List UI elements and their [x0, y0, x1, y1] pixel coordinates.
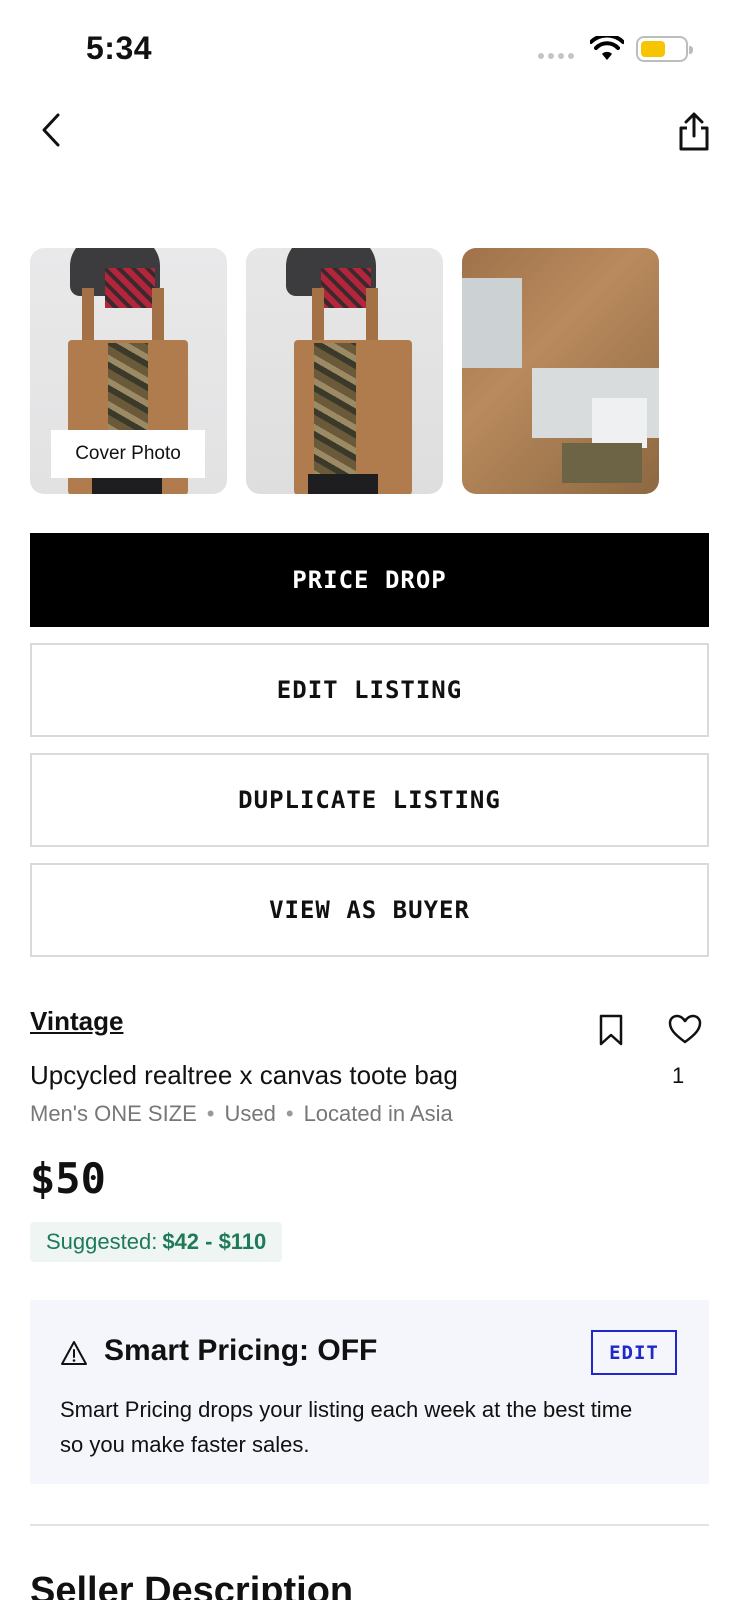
cover-photo-label: Cover Photo: [51, 430, 205, 478]
top-nav: [0, 100, 739, 180]
designer-link[interactable]: Vintage: [30, 1006, 123, 1037]
view-as-buyer-button[interactable]: VIEW AS BUYER: [30, 863, 709, 957]
smart-pricing-card: Smart Pricing: OFF EDIT Smart Pricing dr…: [30, 1300, 709, 1484]
status-bar: 5:34: [0, 0, 739, 100]
warning-icon: [61, 1341, 87, 1365]
separator-dot: •: [206, 1101, 215, 1126]
separator-dot: •: [285, 1101, 294, 1126]
product-photo-cover[interactable]: Cover Photo: [30, 248, 227, 494]
listing-title: Upcycled realtree x canvas toote bag: [30, 1060, 458, 1090]
price-drop-button[interactable]: PRICE DROP: [30, 533, 709, 627]
listing-size: Men's ONE SIZE: [30, 1101, 197, 1126]
listing-location: Located in Asia: [303, 1101, 453, 1126]
suggested-label: Suggested:: [46, 1229, 158, 1254]
duplicate-listing-button[interactable]: DUPLICATE LISTING: [30, 753, 709, 847]
smart-pricing-title: Smart Pricing: OFF: [104, 1334, 378, 1367]
status-time: 5:34: [86, 30, 153, 66]
battery-icon: [636, 36, 693, 62]
heart-icon[interactable]: [668, 1014, 702, 1044]
product-photo[interactable]: [246, 248, 443, 494]
edit-listing-button[interactable]: EDIT LISTING: [30, 643, 709, 737]
divider: [30, 1524, 709, 1526]
listing-meta: Men's ONE SIZE • Used • Located in Asia: [30, 1101, 453, 1127]
smart-pricing-description: Smart Pricing drops your listing each we…: [60, 1397, 633, 1457]
photo-carousel: Cover Photo: [30, 248, 659, 494]
signal-icon: [538, 53, 574, 59]
share-icon[interactable]: [676, 112, 712, 152]
smart-pricing-edit-button[interactable]: EDIT: [591, 1330, 677, 1375]
bookmark-icon[interactable]: [598, 1014, 624, 1046]
listing-condition: Used: [224, 1101, 276, 1126]
listing-price: $50: [30, 1154, 106, 1203]
product-photo[interactable]: [462, 248, 659, 494]
suggested-range: $42 - $110: [162, 1229, 267, 1254]
seller-description-heading: Seller Description: [30, 1570, 354, 1600]
back-icon[interactable]: [36, 112, 72, 148]
wifi-icon: [590, 36, 624, 60]
suggested-price-badge: Suggested: $42 - $110: [30, 1222, 283, 1262]
like-count: 1: [672, 1063, 685, 1088]
